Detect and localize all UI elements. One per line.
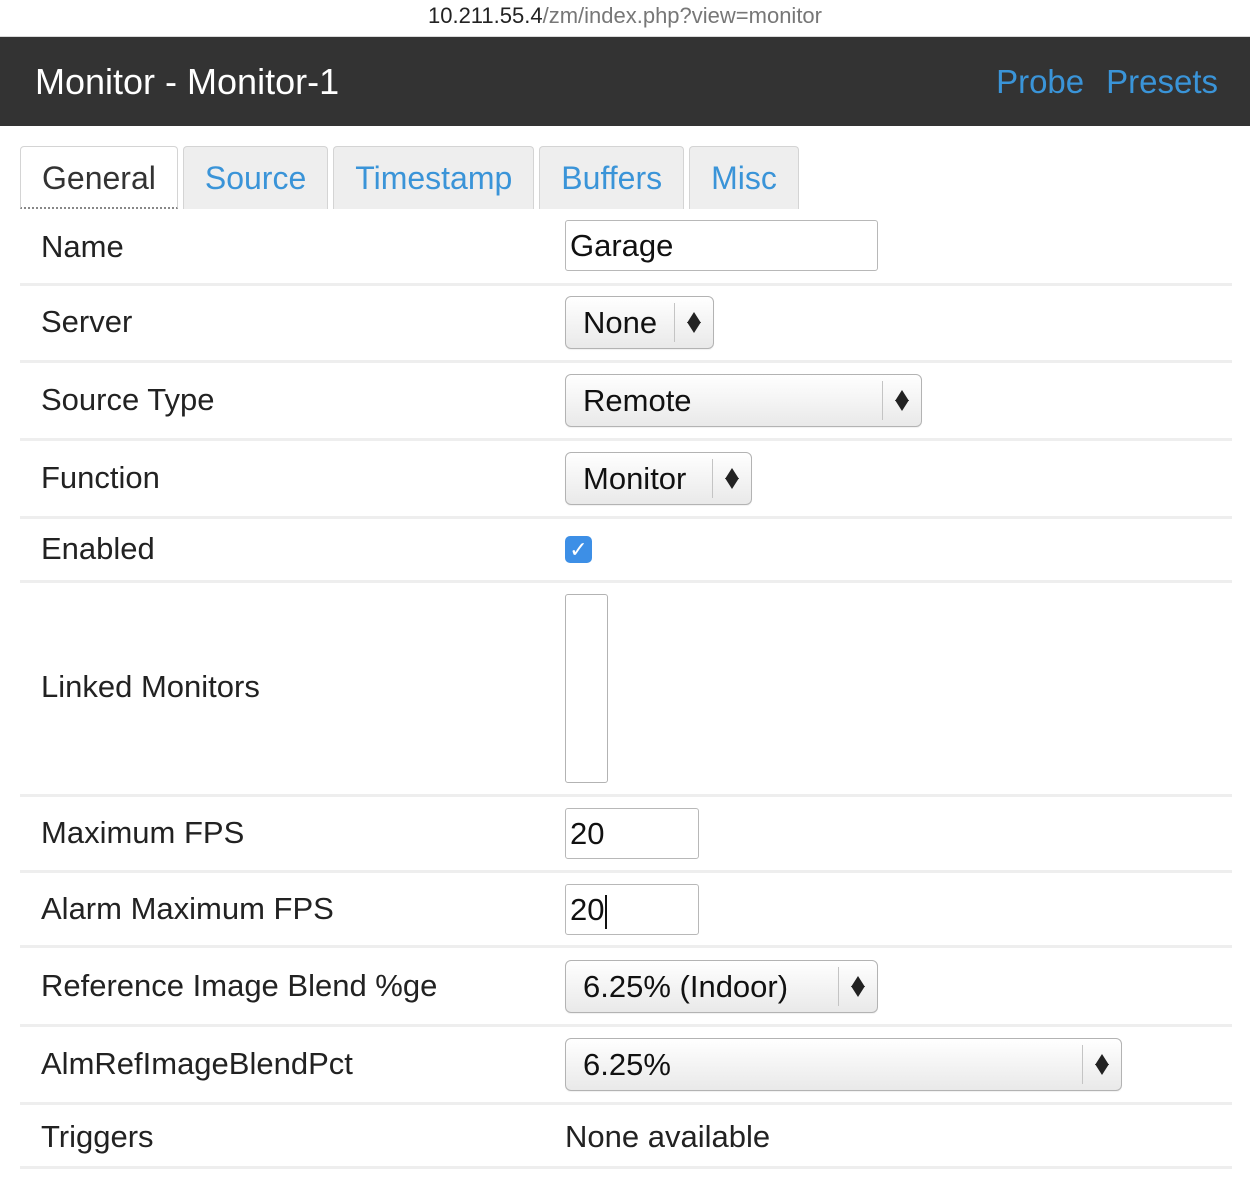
tab-source[interactable]: Source [182, 146, 329, 209]
row-server: Server None [20, 286, 1232, 363]
linked-monitors-label: Linked Monitors [41, 669, 260, 704]
ref-blend-select[interactable]: 6.25% (Indoor) [565, 960, 878, 1013]
max-fps-label: Maximum FPS [41, 815, 245, 850]
name-label: Name [41, 229, 124, 264]
alarm-max-fps-input[interactable]: 20 [565, 884, 699, 935]
select-arrows-icon [712, 459, 751, 498]
triggers-value: None available [565, 1119, 771, 1154]
row-enabled: Enabled ✓ [20, 519, 1232, 583]
server-select[interactable]: None [565, 296, 714, 349]
tab-timestamp[interactable]: Timestamp [333, 146, 535, 209]
source-type-value: Remote [583, 383, 692, 418]
row-alm-ref-blend: AlmRefImageBlendPct 6.25% [20, 1027, 1232, 1105]
select-arrows-icon [838, 967, 877, 1006]
row-alarm-max-fps: Alarm Maximum FPS 20 [20, 873, 1232, 948]
server-label: Server [41, 304, 133, 339]
select-arrows-icon [1082, 1045, 1121, 1084]
checkmark-icon: ✓ [569, 537, 588, 562]
row-name: Name Garage [20, 209, 1232, 286]
select-arrows-icon [674, 303, 713, 342]
url-host: 10.211.55.4 [427, 3, 543, 28]
enabled-label: Enabled [41, 531, 155, 566]
probe-link[interactable]: Probe [996, 63, 1084, 100]
alarm-max-fps-label: Alarm Maximum FPS [41, 891, 334, 926]
linked-monitors-multiselect[interactable] [565, 594, 608, 783]
tab-bar: General Source Timestamp Buffers Misc [20, 146, 804, 209]
source-type-select[interactable]: Remote [565, 374, 922, 427]
alarm-max-fps-value: 20 [570, 892, 605, 927]
url-path: /zm/index.php?view=monitor [542, 3, 822, 28]
tab-general[interactable]: General [20, 146, 178, 209]
function-label: Function [41, 460, 160, 495]
row-linked-monitors: Linked Monitors [20, 583, 1232, 797]
address-bar[interactable]: 10.211.55.4/zm/index.php?view=monitor [0, 0, 1250, 37]
row-max-fps: Maximum FPS 20 [20, 797, 1232, 873]
max-fps-input[interactable]: 20 [565, 808, 699, 859]
tab-buffers[interactable]: Buffers [539, 146, 685, 209]
row-triggers: Triggers None available [20, 1105, 1232, 1169]
page-header: Monitor - Monitor-1 Probe Presets [0, 37, 1250, 126]
tab-misc[interactable]: Misc [689, 146, 799, 209]
page-title: Monitor - Monitor-1 [35, 61, 340, 102]
row-function: Function Monitor [20, 441, 1232, 519]
row-ref-blend: Reference Image Blend %ge 6.25% (Indoor) [20, 948, 1232, 1027]
name-input[interactable]: Garage [565, 220, 878, 271]
presets-link[interactable]: Presets [1106, 63, 1218, 100]
enabled-checkbox[interactable]: ✓ [565, 536, 592, 563]
alm-ref-blend-select[interactable]: 6.25% [565, 1038, 1122, 1091]
ref-blend-value: 6.25% (Indoor) [583, 969, 789, 1004]
source-type-label: Source Type [41, 382, 215, 417]
select-arrows-icon [882, 381, 921, 420]
text-cursor [605, 894, 608, 929]
alm-ref-blend-label: AlmRefImageBlendPct [41, 1046, 353, 1081]
header-links: Probe Presets [974, 37, 1218, 126]
alm-ref-blend-value: 6.25% [583, 1047, 671, 1082]
server-value: None [583, 305, 658, 340]
triggers-label: Triggers [41, 1119, 154, 1154]
function-value: Monitor [583, 461, 687, 496]
ref-blend-label: Reference Image Blend %ge [41, 968, 438, 1003]
row-source-type: Source Type Remote [20, 363, 1232, 441]
function-select[interactable]: Monitor [565, 452, 752, 505]
